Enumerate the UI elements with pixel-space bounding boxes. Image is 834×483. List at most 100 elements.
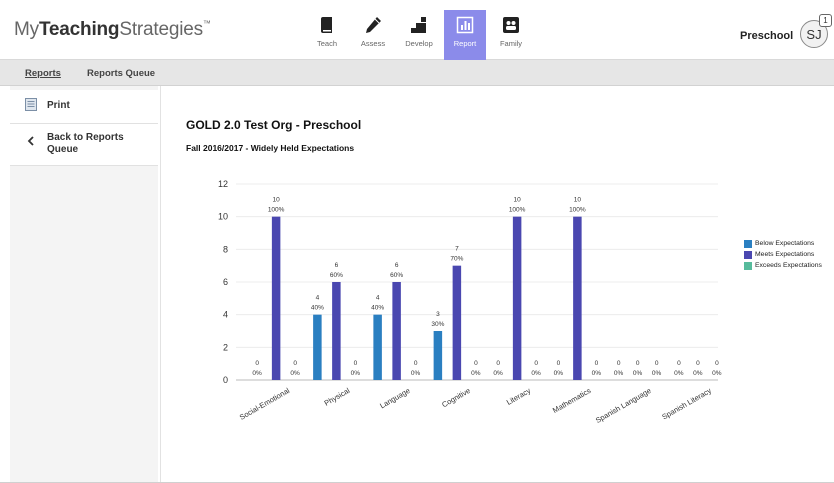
- subnav-reports[interactable]: Reports: [25, 68, 61, 79]
- bar-chart-icon: [456, 16, 474, 34]
- data-label-percent: 0%: [693, 370, 703, 377]
- legend-label-meets: Meets Expectations: [755, 251, 815, 258]
- x-tick-label: Spanish Language: [594, 386, 653, 425]
- y-tick-label: 8: [223, 244, 228, 254]
- data-label-percent: 0%: [252, 370, 262, 377]
- data-label-percent: 0%: [290, 370, 300, 377]
- print-button[interactable]: Print: [10, 90, 158, 124]
- data-label-count: 0: [293, 360, 297, 367]
- data-label-percent: 0%: [471, 370, 481, 377]
- sidebar: Print Back to Reports Queue: [10, 86, 158, 483]
- y-tick-label: 6: [223, 277, 228, 287]
- data-label-count: 10: [273, 197, 281, 204]
- logo-prefix: My: [14, 19, 39, 40]
- bar: [573, 216, 582, 380]
- nav-assess[interactable]: Assess: [352, 10, 394, 60]
- nav-family-label: Family: [499, 39, 523, 48]
- data-label-percent: 100%: [509, 207, 526, 214]
- bar: [392, 282, 401, 380]
- data-label-count: 0: [696, 360, 700, 367]
- family-icon: [503, 17, 519, 33]
- logo-suffix: Strategies: [119, 19, 203, 40]
- x-tick-label: Literacy: [505, 386, 532, 407]
- data-label-count: 3: [436, 311, 440, 318]
- sub-navigation: Reports Reports Queue: [0, 60, 834, 86]
- context-label[interactable]: Preschool: [740, 30, 793, 42]
- data-label-percent: 0%: [531, 370, 541, 377]
- data-label-count: 0: [496, 360, 500, 367]
- legend-item: Exceeds Expectations: [744, 260, 822, 271]
- y-tick-label: 4: [223, 310, 228, 320]
- data-label-count: 6: [335, 262, 339, 269]
- data-label-percent: 40%: [311, 305, 324, 312]
- data-label-count: 0: [677, 360, 681, 367]
- bar: [373, 314, 382, 380]
- data-label-count: 4: [376, 295, 380, 302]
- subnav-reports-queue[interactable]: Reports Queue: [87, 68, 155, 79]
- data-label-count: 0: [354, 360, 358, 367]
- x-tick-label: Language: [378, 386, 411, 410]
- legend-item: Below Expectations: [744, 238, 822, 249]
- nav-teach[interactable]: Teach: [306, 10, 348, 60]
- legend-swatch-meets: [744, 250, 752, 259]
- bar: [313, 314, 322, 380]
- logo-trademark: ™: [202, 19, 211, 28]
- data-label-percent: 0%: [633, 370, 643, 377]
- y-tick-label: 2: [223, 342, 228, 352]
- nav-family[interactable]: Family: [490, 10, 532, 60]
- data-label-count: 10: [514, 197, 522, 204]
- notification-badge[interactable]: 1: [819, 14, 832, 27]
- data-label-percent: 0%: [592, 370, 602, 377]
- data-label-count: 0: [414, 360, 418, 367]
- main-nav: Teach Assess Develop Report Family: [306, 10, 536, 60]
- x-tick-label: Physical: [323, 386, 352, 408]
- logo-bold: Teaching: [38, 19, 120, 40]
- data-label-count: 10: [574, 197, 582, 204]
- legend-label-below: Below Expectations: [755, 240, 815, 247]
- data-label-count: 0: [474, 360, 478, 367]
- x-tick-label: Cognitive: [440, 386, 472, 409]
- x-tick-label: Spanish Literacy: [660, 386, 713, 422]
- legend-swatch-exceeds: [744, 261, 752, 270]
- bar: [512, 216, 522, 380]
- data-label-percent: 0%: [411, 370, 421, 377]
- report-title: GOLD 2.0 Test Org - Preschool: [186, 118, 362, 132]
- data-label-count: 0: [617, 360, 621, 367]
- back-to-reports-queue-button[interactable]: Back to Reports Queue: [10, 124, 158, 166]
- bar: [433, 331, 443, 380]
- back-label: Back to Reports Queue: [47, 132, 124, 155]
- data-label-count: 0: [636, 360, 640, 367]
- data-label-count: 4: [316, 295, 320, 302]
- data-label-percent: 0%: [493, 370, 503, 377]
- data-label-count: 0: [557, 360, 561, 367]
- bar: [332, 282, 341, 380]
- x-tick-label: Mathematics: [551, 386, 593, 415]
- data-label-percent: 0%: [712, 370, 722, 377]
- book-icon: [321, 17, 332, 33]
- data-label-percent: 60%: [330, 272, 343, 279]
- nav-develop-label: Develop: [405, 39, 433, 48]
- bar: [271, 216, 281, 380]
- data-label-percent: 100%: [569, 207, 586, 214]
- data-label-percent: 70%: [450, 256, 463, 263]
- data-label-count: 0: [595, 360, 599, 367]
- pencil-icon: [366, 17, 381, 33]
- data-label-count: 6: [395, 262, 399, 269]
- legend-label-exceeds: Exceeds Expectations: [755, 262, 822, 269]
- data-label-percent: 30%: [431, 321, 444, 328]
- y-tick-label: 12: [218, 179, 228, 189]
- report-subtitle: Fall 2016/2017 - Widely Held Expectation…: [186, 143, 355, 153]
- data-label-percent: 100%: [268, 207, 285, 214]
- nav-report[interactable]: Report: [444, 10, 486, 60]
- legend-swatch-below: [744, 239, 752, 248]
- blocks-icon: [411, 17, 426, 33]
- y-tick-label: 10: [218, 212, 228, 222]
- app-header: MyTeachingStrategies™ Teach Assess Devel…: [0, 0, 834, 60]
- sidebar-divider: [160, 86, 161, 483]
- nav-report-label: Report: [453, 39, 477, 48]
- nav-develop[interactable]: Develop: [398, 10, 440, 60]
- app-logo[interactable]: MyTeachingStrategies™: [14, 19, 211, 41]
- nav-teach-label: Teach: [316, 39, 337, 48]
- x-tick-label: Social-Emotional: [238, 386, 292, 422]
- data-label-percent: 0%: [614, 370, 624, 377]
